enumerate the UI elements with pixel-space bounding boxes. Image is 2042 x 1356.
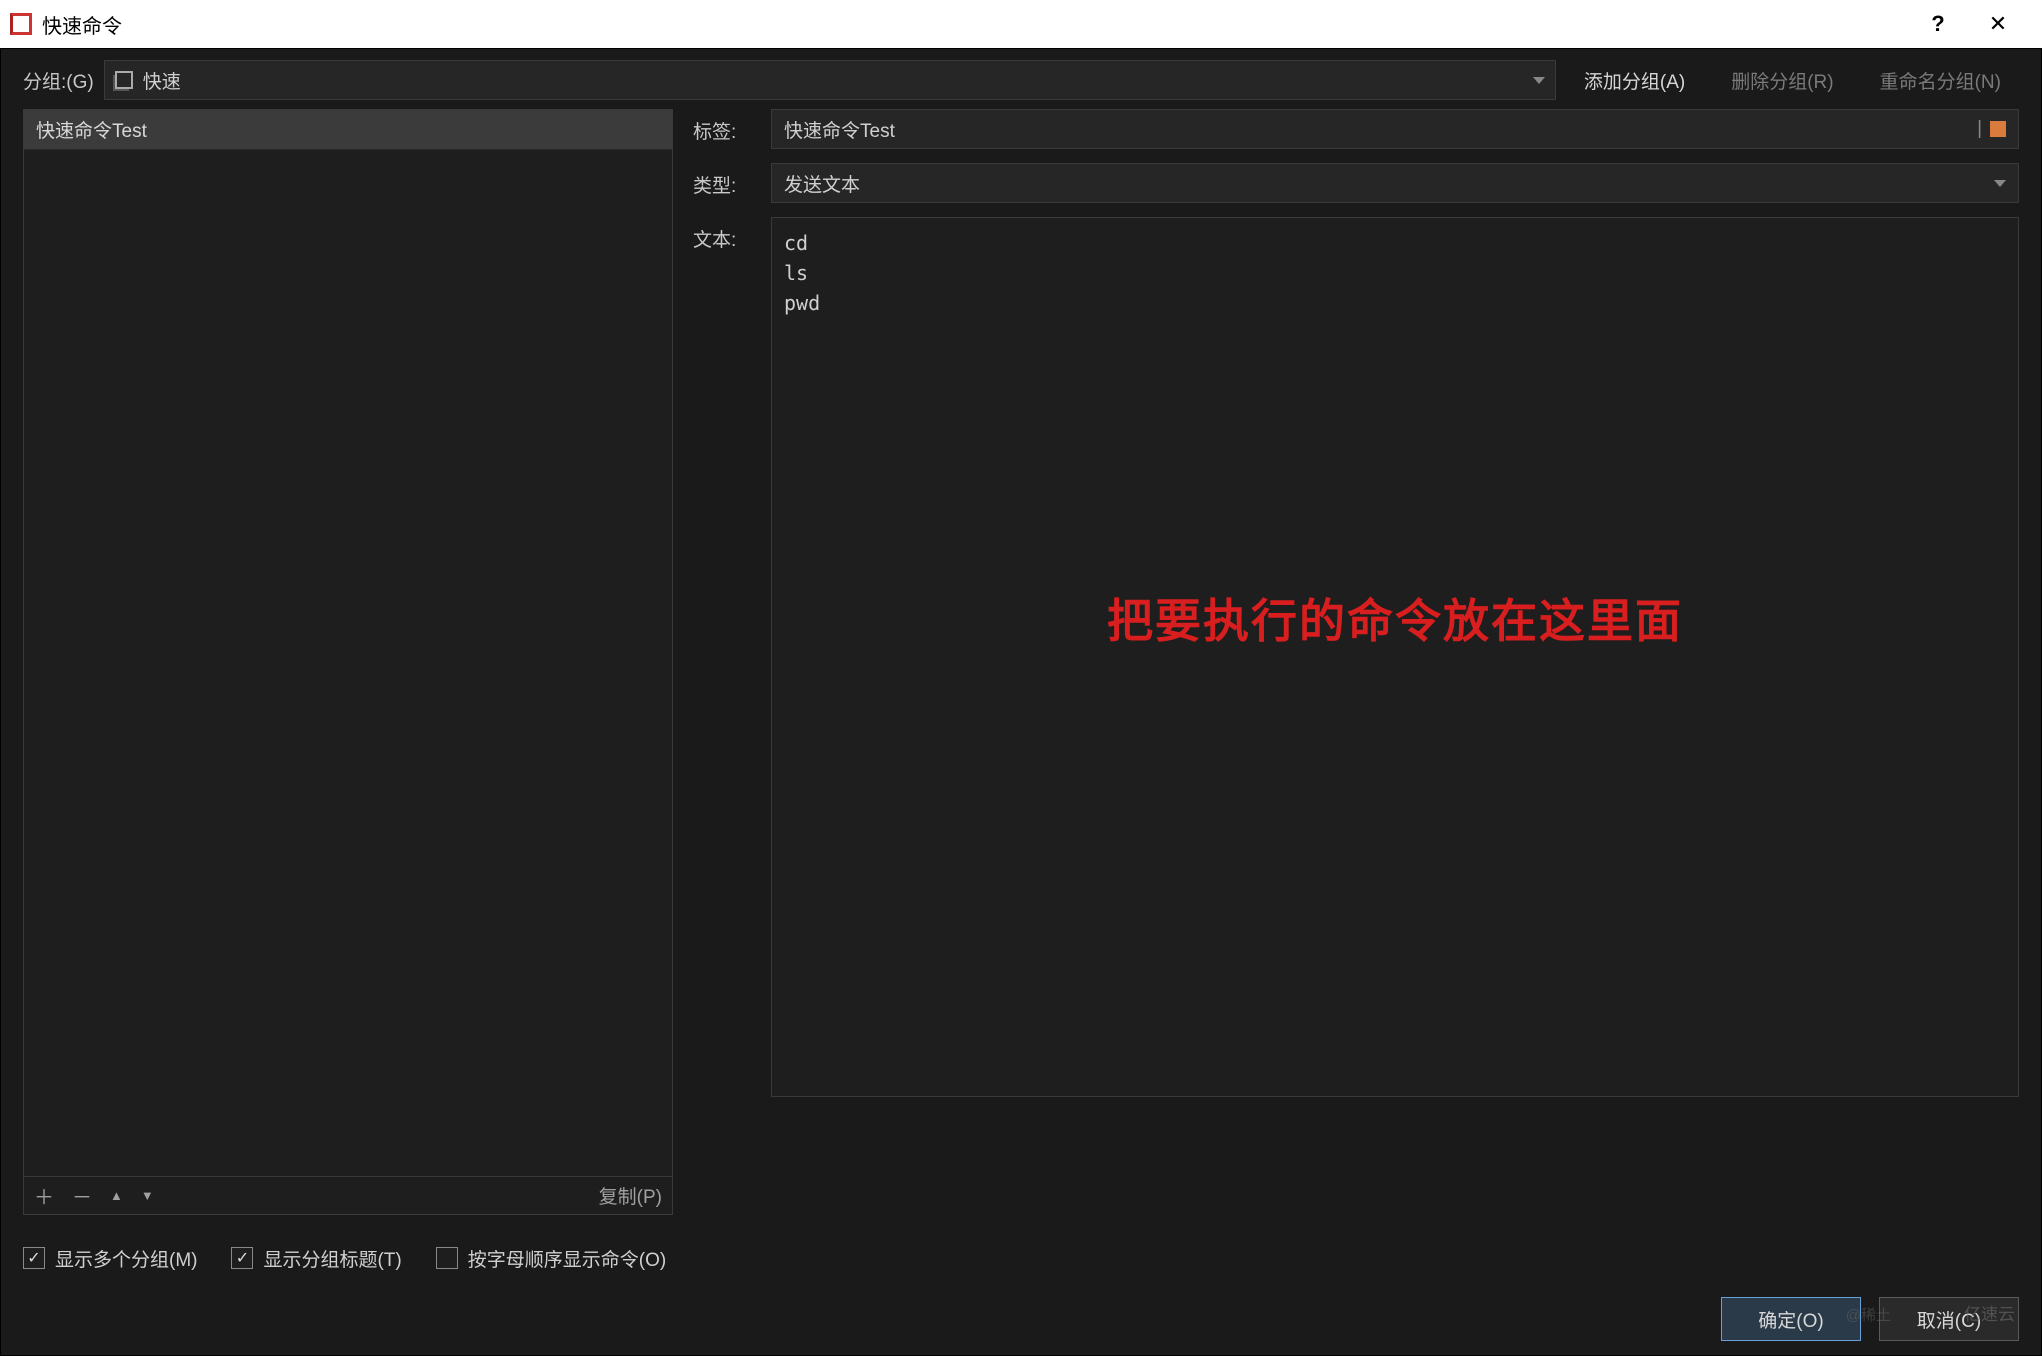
tag-value: 快速命令Test xyxy=(784,116,895,143)
delete-group-button[interactable]: 删除分组(R) xyxy=(1713,67,1851,94)
titlebar: 快速命令 ? ✕ xyxy=(0,0,2042,48)
label-tag: 标签: xyxy=(693,109,755,144)
add-item-button[interactable]: ＋ xyxy=(34,1181,54,1210)
move-up-button[interactable]: ▲ xyxy=(110,1188,123,1203)
list-footer: ＋ － ▲ ▼ 复制(P) xyxy=(24,1176,672,1214)
text-textarea[interactable]: cd ls pwd 把要执行的命令放在这里面 xyxy=(771,217,2019,1097)
tag-pipe: | xyxy=(1977,118,1982,140)
check-label: 按字母顺序显示命令(O) xyxy=(468,1245,666,1272)
close-button[interactable]: ✕ xyxy=(1968,0,2028,48)
copy-button[interactable]: 复制(P) xyxy=(599,1182,662,1209)
help-button[interactable]: ? xyxy=(1908,0,1968,48)
checkbox-icon xyxy=(436,1247,458,1269)
type-value: 发送文本 xyxy=(784,170,860,197)
annotation-overlay: 把要执行的命令放在这里面 xyxy=(772,587,2018,656)
color-swatch-icon[interactable] xyxy=(1990,121,2006,137)
remove-item-button[interactable]: － xyxy=(72,1181,92,1210)
app-icon xyxy=(10,13,32,35)
text-content: cd ls pwd xyxy=(784,231,820,315)
check-show-multi-group[interactable]: ✓ 显示多个分组(M) xyxy=(23,1245,197,1272)
chevron-down-icon xyxy=(1994,180,2006,187)
group-label: 分组:(G) xyxy=(23,67,94,94)
cancel-button[interactable]: 取消(C) xyxy=(1879,1297,2019,1341)
toolbar: 分组:(G) 快速 添加分组(A) 删除分组(R) 重命名分组(N) xyxy=(1,49,2041,109)
command-list[interactable]: 快速命令Test xyxy=(24,110,672,1176)
command-list-panel: 快速命令Test ＋ － ▲ ▼ 复制(P) xyxy=(23,109,673,1215)
list-item[interactable]: 快速命令Test xyxy=(24,110,672,150)
ok-button[interactable]: 确定(O) xyxy=(1721,1297,1861,1341)
label-type: 类型: xyxy=(693,163,755,198)
group-selected-text: 快速 xyxy=(143,67,181,94)
checkbox-icon: ✓ xyxy=(23,1247,45,1269)
check-label: 显示多个分组(M) xyxy=(55,1245,197,1272)
move-down-button[interactable]: ▼ xyxy=(141,1188,154,1203)
bottom-actions: 确定(O) 取消(C) xyxy=(1721,1297,2019,1341)
add-group-button[interactable]: 添加分组(A) xyxy=(1566,67,1703,94)
check-alpha-order[interactable]: 按字母顺序显示命令(O) xyxy=(436,1245,666,1272)
row-tag: 标签: 快速命令Test | xyxy=(693,109,2019,149)
dialog-body: 分组:(G) 快速 添加分组(A) 删除分组(R) 重命名分组(N) 快速命令T… xyxy=(0,48,2042,1356)
check-label: 显示分组标题(T) xyxy=(263,1245,401,1272)
group-icon xyxy=(115,71,133,89)
check-show-group-title[interactable]: ✓ 显示分组标题(T) xyxy=(231,1245,401,1272)
type-select[interactable]: 发送文本 xyxy=(771,163,2019,203)
row-text: 文本: cd ls pwd 把要执行的命令放在这里面 xyxy=(693,217,2019,1215)
row-type: 类型: 发送文本 xyxy=(693,163,2019,203)
form-panel: 标签: 快速命令Test | 类型: 发送文本 文本: cd l xyxy=(693,109,2019,1215)
chevron-down-icon xyxy=(1533,77,1545,84)
tag-end-marker: | xyxy=(1977,118,2006,140)
tag-input[interactable]: 快速命令Test | xyxy=(771,109,2019,149)
bottom-checks: ✓ 显示多个分组(M) ✓ 显示分组标题(T) 按字母顺序显示命令(O) xyxy=(23,1233,2019,1283)
checkbox-icon: ✓ xyxy=(231,1247,253,1269)
window-title: 快速命令 xyxy=(42,10,122,39)
main-split: 快速命令Test ＋ － ▲ ▼ 复制(P) 标签: 快速命令Test | xyxy=(1,109,2041,1215)
group-select[interactable]: 快速 xyxy=(104,60,1556,100)
rename-group-button[interactable]: 重命名分组(N) xyxy=(1862,67,2019,94)
label-text: 文本: xyxy=(693,217,755,252)
